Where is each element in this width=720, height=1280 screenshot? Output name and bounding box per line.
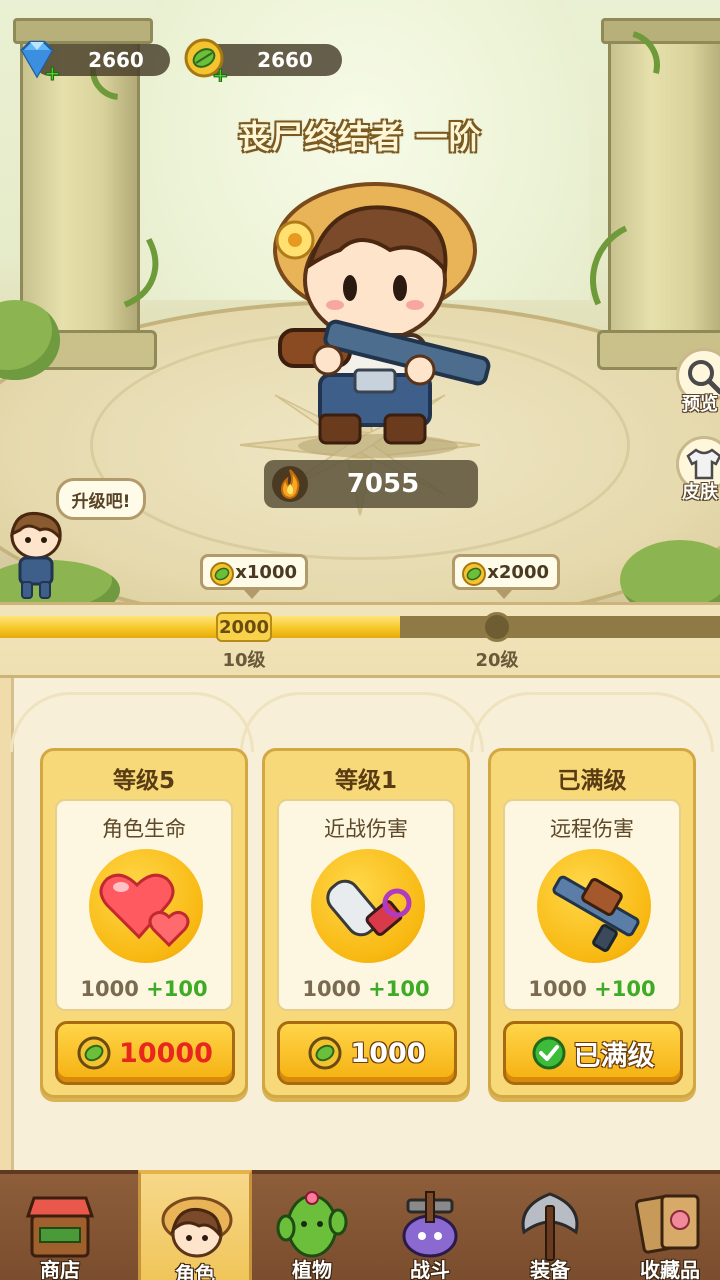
cards-icon (634, 1194, 700, 1254)
diamond-icon: + (20, 40, 60, 82)
nav-label: 商店 (40, 1258, 80, 1280)
level-progress-fill (0, 616, 400, 638)
card-stat-box: 近战伤害 1000 +100 (277, 799, 455, 1011)
preview-button[interactable]: 预览 (672, 348, 720, 418)
card-icon-frame (311, 849, 425, 963)
svg-text:+: + (44, 61, 60, 82)
card-stat-values: 1000 +100 (505, 977, 679, 1001)
rifle-icon (552, 875, 640, 952)
leaf-coin-icon (462, 562, 486, 586)
leaf-amount: 2660 (257, 48, 313, 72)
nav-label: 角色 (175, 1262, 215, 1280)
upgrade-button[interactable]: 1000 (277, 1021, 457, 1085)
maxed-label: 已满级 (573, 1040, 655, 1072)
skin-label: 皮肤 (682, 482, 718, 503)
milestone-badge-10: 2000 (216, 612, 272, 642)
nav-label: 战斗 (410, 1258, 450, 1280)
milestone-marker-20 (482, 612, 512, 642)
milestone-level-label: 10级 (222, 650, 266, 671)
upgrade-card-ranged: 已满级 远程伤害 1000 +100 已满级 (488, 748, 696, 1098)
card-stat-values: 1000 +100 (279, 977, 453, 1001)
preview-label: 预览 (682, 394, 718, 415)
milestone-reward-10[interactable]: x1000 (200, 554, 308, 599)
hearts-icon (99, 873, 190, 948)
card-base-value: 1000 (528, 977, 587, 1001)
nav-plants[interactable]: 植物 (252, 1170, 372, 1280)
nav-equipment[interactable]: 装备 (490, 1170, 610, 1280)
nav-label: 收藏品 (640, 1258, 700, 1280)
card-stat-name: 近战伤害 (324, 817, 408, 841)
gem-amount: 2660 (88, 48, 144, 72)
upgrade-card-health: 等级5 角色生命 1000 +100 10000 (40, 748, 248, 1098)
hero-character[interactable] (250, 170, 500, 460)
card-stat-name: 角色生命 (102, 817, 186, 841)
hero-face-icon (161, 1196, 233, 1258)
upgrade-cost: 1000 (350, 1037, 426, 1069)
card-icon-frame (537, 849, 651, 963)
combat-power-value: 7055 (346, 469, 420, 499)
nav-shop[interactable]: 商店 (0, 1170, 120, 1280)
card-icon-frame (89, 849, 203, 963)
card-level-title: 等级1 (334, 768, 397, 794)
card-base-value: 1000 (302, 977, 361, 1001)
nav-label: 植物 (292, 1258, 332, 1280)
svg-text:+: + (212, 63, 228, 82)
leaf-coin-icon (308, 1036, 342, 1070)
leaf-coin-icon (77, 1036, 111, 1070)
speech-bubble: 升级吧! (56, 478, 146, 520)
nav-battle[interactable]: 战斗 (370, 1170, 490, 1280)
upgrade-card-melee: 等级1 近战伤害 1000 +100 1000 (262, 748, 470, 1098)
card-stat-box: 远程伤害 1000 +100 (503, 799, 681, 1011)
card-base-value: 1000 (80, 977, 139, 1001)
card-level-title: 等级5 (112, 768, 175, 794)
leaf-coin-icon: + (184, 38, 228, 82)
shop-icon (25, 1196, 95, 1258)
zombie-axe-icon (402, 1191, 458, 1258)
character-title: 丧尸终结者 一阶 (238, 118, 482, 156)
leaf-coin-icon (210, 562, 234, 586)
chainsaw-icon (326, 879, 412, 937)
nav-collection[interactable]: 收藏品 (610, 1170, 720, 1280)
upgrade-cost: 10000 (119, 1037, 213, 1069)
card-bonus-value: +100 (594, 977, 656, 1001)
fire-icon (272, 466, 308, 502)
milestone-reward-20[interactable]: x2000 (452, 554, 560, 599)
battle-axe-icon (521, 1192, 579, 1261)
skin-button[interactable]: 皮肤 (672, 436, 720, 506)
cactus-icon (276, 1191, 348, 1258)
level-progress-strip (0, 602, 720, 678)
milestone-level-label: 20级 (475, 650, 519, 671)
mini-hero-avatar (10, 511, 62, 599)
maxed-button[interactable]: 已满级 (503, 1021, 683, 1085)
panel-arch-decoration (240, 692, 484, 752)
panel-post (0, 678, 14, 1172)
card-bonus-value: +100 (146, 977, 208, 1001)
panel-arch-decoration (470, 692, 714, 752)
milestone-reward-amount: x1000 (235, 561, 297, 583)
card-stat-values: 1000 +100 (57, 977, 231, 1001)
card-level-title: 已满级 (557, 768, 627, 794)
panel-arch-decoration (10, 692, 254, 752)
card-bonus-value: +100 (368, 977, 430, 1001)
card-stat-name: 远程伤害 (550, 817, 634, 841)
milestone-reward-amount: x2000 (487, 561, 549, 583)
nav-label: 装备 (530, 1258, 570, 1280)
checkmark-icon (532, 1036, 565, 1070)
card-stat-box: 角色生命 1000 +100 (55, 799, 233, 1011)
nav-character[interactable]: 角色 (138, 1170, 252, 1280)
upgrade-button[interactable]: 10000 (55, 1021, 235, 1085)
